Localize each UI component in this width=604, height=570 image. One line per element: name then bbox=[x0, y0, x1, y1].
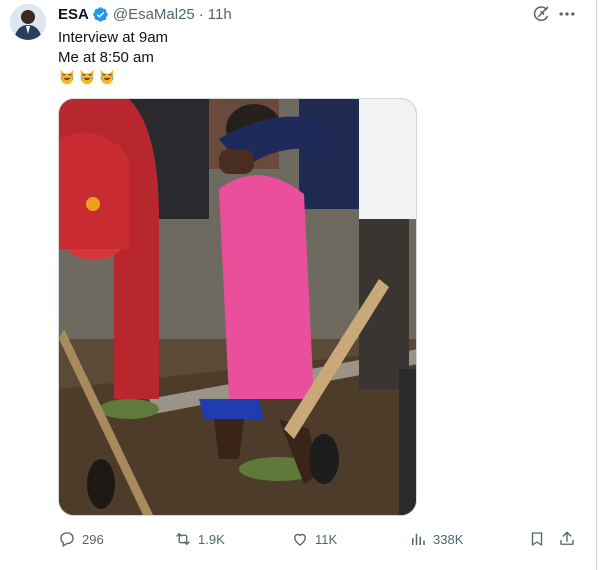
bookmark-button[interactable] bbox=[528, 528, 546, 550]
tweet-header: ESA @EsaMal25 · 11h bbox=[58, 5, 232, 23]
like-button[interactable]: 11K bbox=[291, 528, 337, 550]
reply-count: 296 bbox=[82, 531, 104, 547]
scroll-gutter bbox=[597, 0, 604, 570]
like-count: 11K bbox=[315, 531, 338, 547]
separator-dot: · bbox=[198, 5, 204, 23]
laughing-crying-cat-icon bbox=[98, 68, 116, 86]
author-handle[interactable]: @EsaMal25 bbox=[113, 6, 195, 23]
author-name[interactable]: ESA bbox=[58, 6, 89, 23]
reply-icon bbox=[60, 532, 74, 547]
laughing-crying-cat-icon bbox=[78, 68, 96, 86]
emoji-row bbox=[58, 68, 168, 88]
retweet-button[interactable]: 1.9K bbox=[174, 528, 225, 550]
views-count: 338K bbox=[433, 531, 464, 547]
retweet-icon bbox=[176, 533, 190, 545]
views-icon bbox=[412, 533, 425, 545]
views-button[interactable]: 338K bbox=[409, 528, 463, 550]
action-bar: 296 1.9K 11K 338K bbox=[58, 528, 588, 550]
timestamp[interactable]: 11h bbox=[208, 6, 232, 23]
tweet-text: Interview at 9am Me at 8:50 am bbox=[58, 28, 168, 88]
bookmark-icon bbox=[531, 532, 543, 546]
avatar[interactable] bbox=[10, 4, 46, 40]
verified-badge-icon bbox=[92, 6, 109, 23]
avatar-image bbox=[10, 4, 46, 40]
tweet-photo[interactable] bbox=[58, 98, 417, 516]
retweet-count: 1.9K bbox=[198, 531, 225, 547]
more-icon[interactable] bbox=[557, 4, 577, 24]
laughing-crying-cat-icon bbox=[58, 68, 76, 86]
grok-icon[interactable] bbox=[531, 4, 551, 24]
reply-button[interactable]: 296 bbox=[58, 528, 104, 550]
tweet-text-line-2: Me at 8:50 am bbox=[58, 49, 154, 66]
tweet-text-line-1: Interview at 9am bbox=[58, 29, 169, 46]
like-icon bbox=[294, 533, 306, 546]
photo-illustration bbox=[59, 99, 416, 515]
share-button[interactable] bbox=[558, 528, 576, 550]
share-icon bbox=[560, 531, 574, 545]
